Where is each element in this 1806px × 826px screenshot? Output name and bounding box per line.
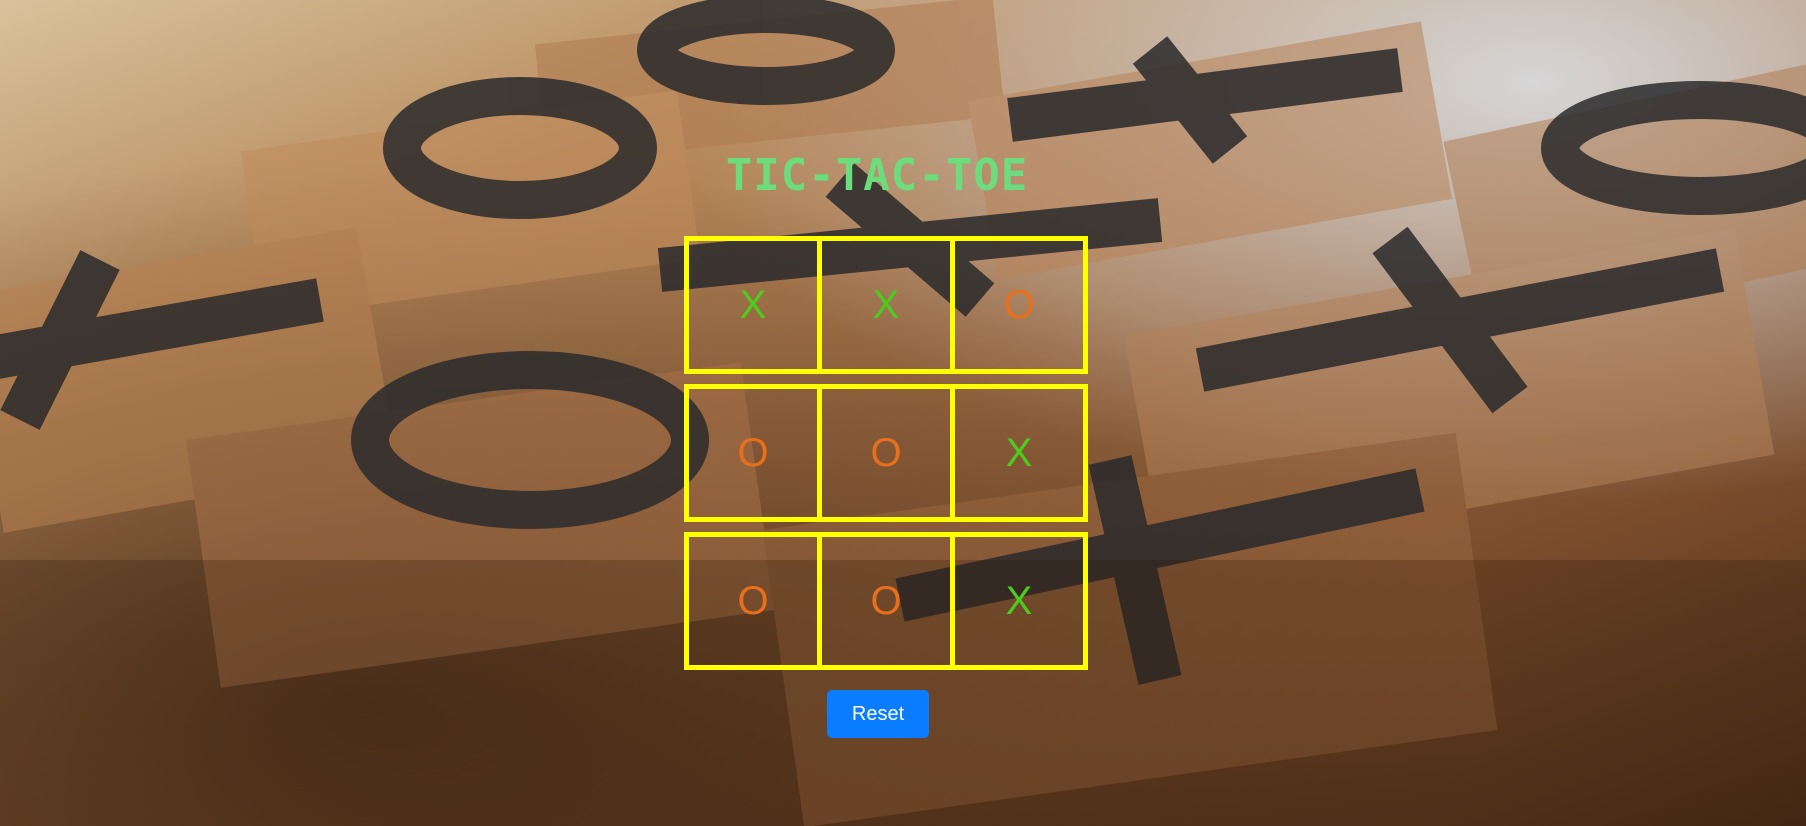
board-cell[interactable]: X — [684, 236, 822, 374]
board-cell[interactable]: X — [950, 532, 1088, 670]
board-cell[interactable]: X — [817, 236, 955, 374]
board-cell[interactable]: O — [817, 532, 955, 670]
board-cell[interactable]: O — [950, 236, 1088, 374]
board-cell[interactable]: O — [684, 384, 822, 522]
board-cell[interactable]: X — [950, 384, 1088, 522]
game-board: X X O O O X O O X — [684, 236, 1088, 680]
board-cell[interactable]: O — [817, 384, 955, 522]
board-row: O O X — [684, 384, 1088, 522]
board-cell[interactable]: O — [684, 532, 822, 670]
reset-button[interactable]: Reset — [827, 690, 929, 738]
game-title: TIC-TAC-TOE — [725, 150, 1029, 201]
board-row: O O X — [684, 532, 1088, 670]
board-row: X X O — [684, 236, 1088, 374]
